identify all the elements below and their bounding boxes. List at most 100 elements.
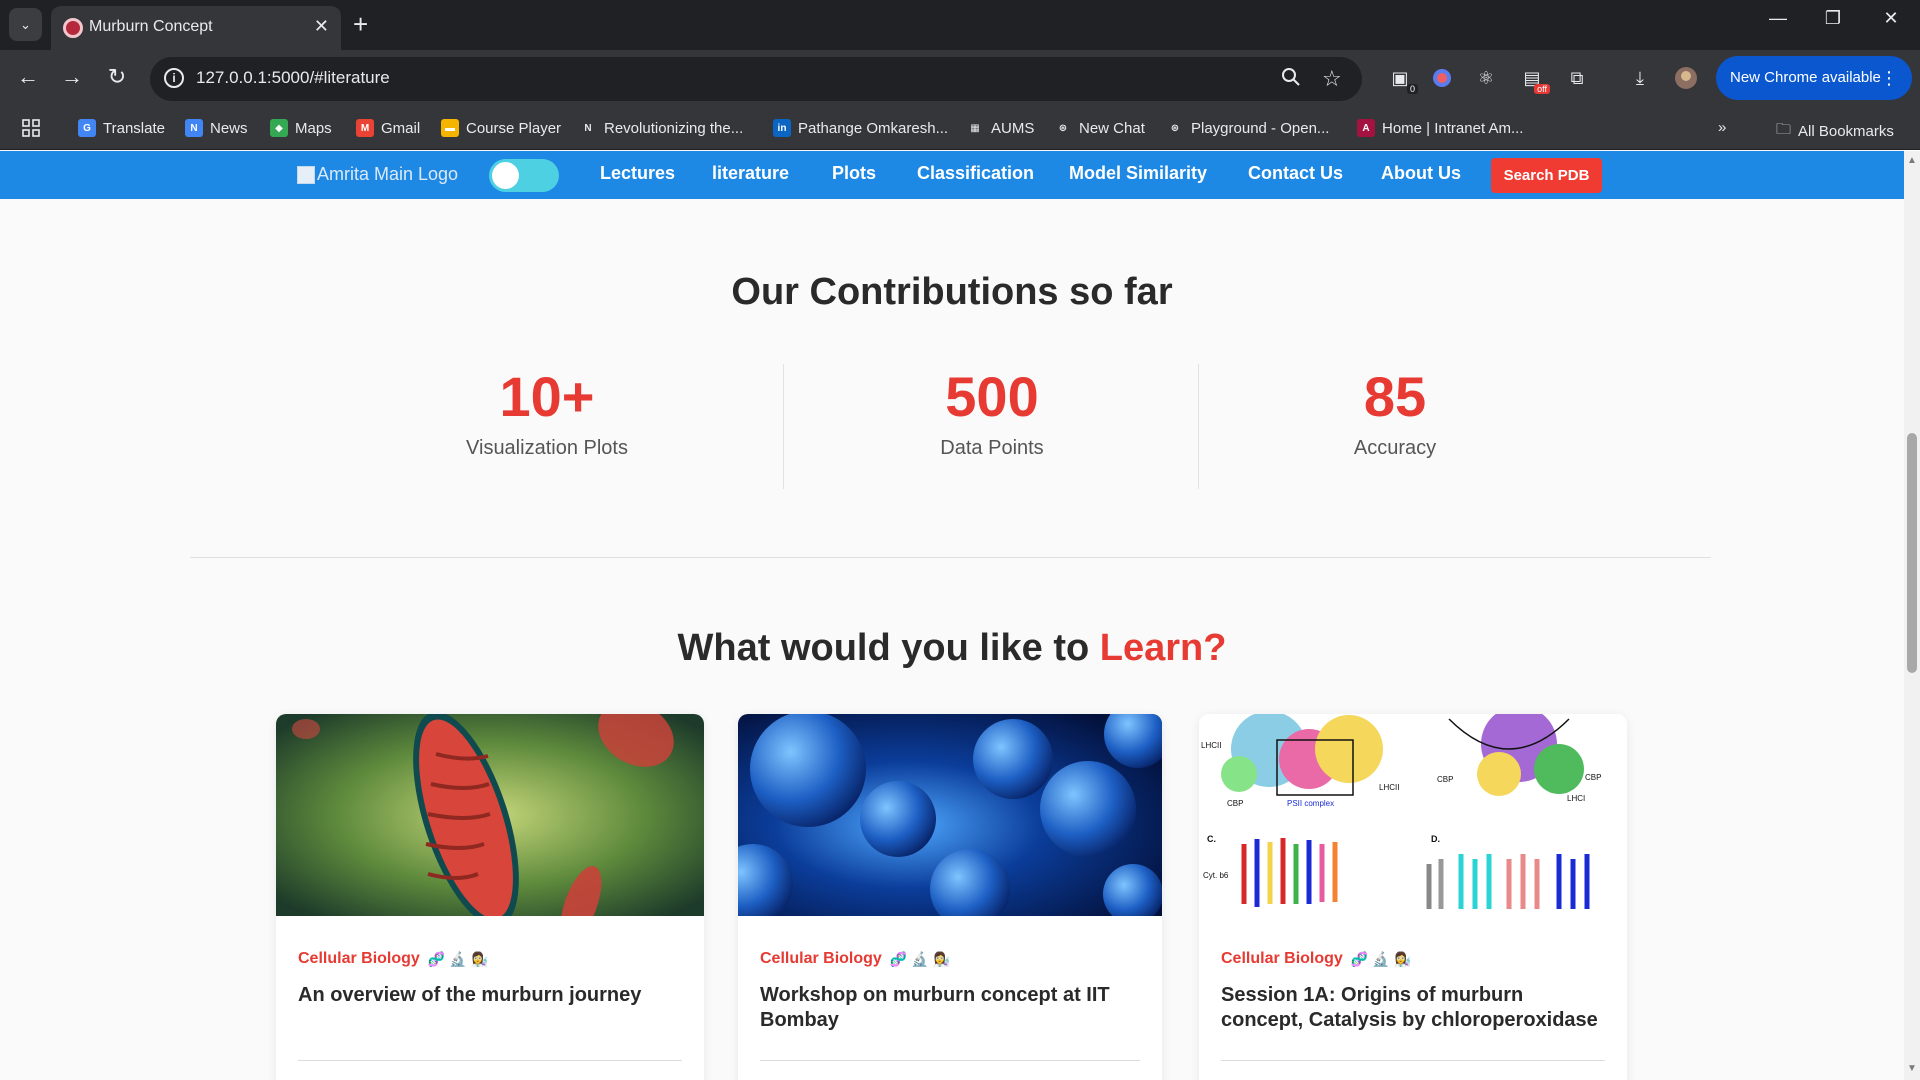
theme-toggle[interactable] — [489, 159, 559, 192]
diagram-label: LHCII — [1379, 783, 1399, 792]
card-title[interactable]: Session 1A: Origins of murburn concept, … — [1221, 983, 1605, 1033]
bookmark-item[interactable]: ⊛ Playground - Open... — [1166, 119, 1330, 137]
bookmark-item[interactable]: in Pathange Omkaresh... — [773, 119, 948, 137]
toggle-knob — [492, 162, 519, 189]
bookmark-item[interactable]: ▦ AUMS — [966, 119, 1034, 137]
stat-value: 500 — [945, 365, 1039, 428]
card-category: Cellular Biology 🧬 🔬 👩‍🔬 — [1221, 950, 1411, 968]
tab-search-button[interactable]: ⌄ — [9, 8, 42, 41]
more-bookmarks-chevron-icon[interactable]: » — [1718, 119, 1726, 136]
openai-icon: ⊛ — [1058, 122, 1068, 134]
course-player-icon: ▬ — [441, 119, 459, 137]
learn-heading-accent: Learn? — [1099, 627, 1227, 669]
translate-icon: G — [78, 119, 96, 137]
scroll-down-arrow-icon[interactable]: ▼ — [1907, 1063, 1917, 1074]
nav-lectures[interactable]: Lectures — [600, 163, 675, 184]
bookmark-item[interactable]: ◆ Maps — [270, 119, 332, 137]
extension-badge: 0 — [1406, 84, 1418, 94]
stat-visualization-plots: 10+ Visualization Plots — [430, 364, 664, 460]
maps-icon: ◆ — [270, 119, 288, 137]
scrollbar-thumb[interactable] — [1907, 433, 1917, 673]
bookmark-item[interactable]: A Home | Intranet Am... — [1357, 119, 1523, 137]
minimize-button[interactable]: — — [1758, 8, 1798, 29]
card-divider — [298, 1060, 682, 1061]
page-scrollbar[interactable]: ▲ ▼ — [1904, 151, 1920, 1080]
stat-divider — [1198, 364, 1199, 489]
lecture-card[interactable]: Cellular Biology 🧬 🔬 👩‍🔬 An overview of … — [276, 714, 704, 1080]
new-tab-button[interactable]: + — [353, 8, 368, 40]
bookmark-label: Home | Intranet Am... — [1382, 119, 1524, 137]
category-label: Cellular Biology — [298, 950, 420, 967]
folder-icon: 🗀 — [1776, 121, 1792, 138]
nav-plots[interactable]: Plots — [832, 163, 876, 184]
stat-value: 85 — [1363, 365, 1427, 428]
active-tab[interactable]: Murburn Concept ✕ — [51, 6, 341, 50]
nav-model-similarity[interactable]: Model Similarity — [1069, 163, 1207, 184]
zoom-icon[interactable] — [1280, 66, 1302, 94]
apps-grid-icon[interactable] — [22, 119, 40, 137]
bookmark-item[interactable]: N Revolutionizing the... — [579, 119, 743, 137]
science-emoji-icons: 🧬 🔬 👩‍🔬 — [1350, 950, 1411, 967]
diagram-label: Cyt. b6 — [1203, 871, 1229, 880]
amrita-logo[interactable]: Amrita Main Logo — [297, 164, 458, 185]
site-info-icon[interactable]: i — [164, 68, 184, 88]
site-favicon-icon — [63, 18, 83, 38]
clipboard-extension-icon[interactable]: ▤ off — [1520, 66, 1550, 94]
profile-avatar[interactable] — [1674, 66, 1698, 90]
bookmarks-bar: G Translate N News ◆ Maps M Gmail ▬ Course Player… — [0, 108, 1920, 150]
react-devtools-icon[interactable]: ⚛ — [1474, 66, 1498, 90]
nav-literature[interactable]: literature — [712, 163, 789, 184]
bookmark-label: New Chat — [1079, 119, 1145, 137]
bookmark-item[interactable]: G Translate — [78, 119, 165, 137]
all-bookmarks-folder[interactable]: 🗀 All Bookmarks — [1776, 119, 1894, 144]
card-category: Cellular Biology 🧬 🔬 👩‍🔬 — [298, 950, 488, 968]
tab-title: Murburn Concept — [89, 18, 213, 35]
category-label: Cellular Biology — [1221, 950, 1343, 967]
bookmark-label: Translate — [103, 119, 165, 137]
nav-contact-us[interactable]: Contact Us — [1248, 163, 1343, 184]
extension-counter-icon[interactable]: ▣ 0 — [1388, 66, 1418, 94]
bookmark-item[interactable]: M Gmail — [356, 119, 420, 137]
bookmark-label: Maps — [295, 119, 332, 137]
diagram-label: LHCII — [1201, 741, 1221, 750]
bookmark-label: Gmail — [381, 119, 421, 137]
card-category: Cellular Biology 🧬 🔬 👩‍🔬 — [760, 950, 950, 968]
diagram-label: CBP — [1227, 799, 1243, 808]
gmail-icon: M — [356, 119, 374, 137]
bookmark-label: Course Player — [466, 119, 562, 137]
bookmark-item[interactable]: ▬ Course Player — [441, 119, 561, 137]
search-pdb-button[interactable]: Search PDB — [1491, 158, 1602, 193]
nav-about-us[interactable]: About Us — [1381, 163, 1461, 184]
scroll-up-arrow-icon[interactable]: ▲ — [1907, 155, 1917, 166]
color-extension-icon[interactable] — [1430, 66, 1454, 90]
forward-button[interactable]: → — [57, 64, 87, 90]
extensions-puzzle-icon[interactable]: ⧉ — [1565, 66, 1589, 90]
lecture-card[interactable]: Cellular Biology 🧬 🔬 👩‍🔬 Workshop on mur… — [738, 714, 1162, 1080]
page-content: Our Contributions so far 10+ Visualizati… — [0, 199, 1904, 1080]
bookmark-star-icon[interactable]: ☆ — [1322, 66, 1342, 92]
more-menu-icon[interactable]: ⋮ — [1880, 56, 1898, 100]
lecture-card[interactable]: LHCII CBP PSII complex LHCII CBP LHCI CB… — [1199, 714, 1627, 1080]
close-tab-icon[interactable]: ✕ — [314, 16, 329, 37]
contributions-heading: Our Contributions so far — [731, 271, 1173, 313]
bookmark-item[interactable]: ⊛ New Chat — [1054, 119, 1145, 137]
back-button[interactable]: ← — [13, 64, 43, 90]
url-text[interactable]: 127.0.0.1:5000/#literature — [196, 68, 390, 88]
restore-button[interactable]: ❐ — [1813, 8, 1853, 29]
download-icon[interactable]: ⤓ — [1628, 66, 1652, 90]
stat-value: 10+ — [499, 365, 595, 428]
extension-off-badge: off — [1534, 84, 1550, 94]
close-window-button[interactable]: ✕ — [1871, 8, 1911, 29]
card-title[interactable]: An overview of the murburn journey — [298, 983, 682, 1008]
bookmark-label: Pathange Omkaresh... — [798, 119, 949, 137]
bookmark-label: Revolutionizing the... — [604, 119, 744, 137]
card-title[interactable]: Workshop on murburn concept at IIT Bomba… — [760, 983, 1140, 1033]
address-bar[interactable]: i 127.0.0.1:5000/#literature ☆ — [150, 57, 1362, 101]
nav-classification[interactable]: Classification — [917, 163, 1034, 184]
bookmark-item[interactable]: N News — [185, 119, 248, 137]
reload-button[interactable]: ↻ — [102, 64, 132, 90]
diagram-label: CBP — [1437, 775, 1453, 784]
learn-heading-prefix: What would you like to — [677, 627, 1090, 669]
new-chrome-available-button[interactable]: New Chrome available ⋮ — [1716, 56, 1912, 100]
logo-alt-text: Amrita Main Logo — [317, 164, 459, 184]
